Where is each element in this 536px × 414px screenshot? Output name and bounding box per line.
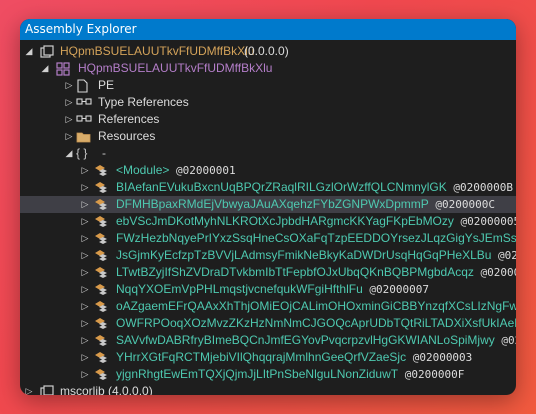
tree-item-assembly[interactable]: ◢ HQpmBSUELAUUTkvFfUDMffBkXlu (0.0.0.0) [20,43,516,60]
expand-arrow-icon[interactable]: ▷ [80,264,90,281]
folder-label: Resources [98,129,156,143]
expand-arrow-icon[interactable]: ▷ [80,349,90,366]
class-icon [94,230,110,247]
class-icon [94,247,110,264]
type-token: @02000007 [362,283,429,296]
tree-item-type[interactable]: ▷ SAVvfwDABRfryBImeBQCnJmfEGYovPvqcrpzvlH… [20,332,516,349]
collapse-arrow-icon[interactable]: ◢ [64,145,74,162]
tree-item-type[interactable]: ▷ OWFRPOoqXOzMvzZKzHzNmNmCJGOQcAprUDbTQtR… [20,315,516,332]
tree-item-type[interactable]: ▷ DFMHBpaxRMdEjVbwyaJAuAXqehzFYbZGNPWxDpm… [20,196,516,213]
type-token: @0200 [501,334,516,347]
module-name: HQpmBSUELAUUTkvFfUDMffBkXlu [78,61,273,75]
type-name: DFMHBpaxRMdEjVbwyaJAuAXqehzFYbZGNPWxDpmm… [116,197,495,211]
expand-arrow-icon[interactable]: ▷ [80,298,90,315]
tree-item-type[interactable]: ▷ LTwtBZyjIfShZVDraDTvkbmIbTtFepbfOJxUbqQ… [20,264,516,281]
namespace-name: - [102,146,106,160]
tree-item-type[interactable]: ▷ yjgnRhgtEwEmTQXjQjmJjLItPnSbeNlguLNonZi… [20,366,516,383]
tree-item-folder[interactable]: ▷ Resources [20,128,516,145]
expand-arrow-icon[interactable]: ▷ [64,128,74,145]
expand-arrow-icon[interactable]: ▷ [64,111,74,128]
class-icon [94,349,110,366]
tree-item-type[interactable]: ▷ BIAefanEVukuBxcnUqBPQrZRaqlRILGzlOrWzff… [20,179,516,196]
type-name: ebVScJmDKotMyhNLKROtXcJpbdHARgmcKKYagFKp… [116,213,516,230]
folder-icon [76,128,92,145]
type-name: SAVvfwDABRfryBImeBQCnJmfEGYovPvqcrpzvlHg… [116,332,516,349]
collapse-arrow-icon[interactable]: ◢ [24,43,34,60]
expand-arrow-icon[interactable]: ▷ [80,247,90,264]
folder-label: Type References [98,95,189,109]
tree-item-type[interactable]: ▷ YHrrXGtFqRCTMjebiVIlQhqqrajMmlhnGeeQrfV… [20,349,516,366]
assembly-version: (4.0.0.0) [104,384,153,395]
expand-arrow-icon[interactable]: ▷ [80,196,90,213]
class-icon [94,162,110,179]
type-token: @02000005 [453,215,516,228]
expand-arrow-icon[interactable]: ▷ [80,315,90,332]
expand-arrow-icon[interactable]: ▷ [80,162,90,179]
class-icon [94,315,110,332]
tree-item-folder[interactable]: ▷ References [20,111,516,128]
type-references-icon [76,94,92,111]
expand-arrow-icon[interactable]: ▷ [24,383,34,395]
type-name: LTwtBZyjIfShZVDraDTvkbmIbTtFepbfOJxUbqQK… [116,264,516,281]
tree-item-type[interactable]: ▷ FWzHezbNqyePrIYxzSsqHneCsOXaFqTzpEEDDOY… [20,230,516,247]
assembly-icon [40,43,56,60]
namespace-icon: { } [76,146,88,160]
tree-item-folder[interactable]: ▷ Type References [20,94,516,111]
assembly-explorer-window: Assembly Explorer ◢ HQpmBSUELAUUTkvFfUDMf… [20,19,516,395]
assembly-tree[interactable]: ◢ HQpmBSUELAUUTkvFfUDMffBkXlu (0.0.0.0) ◢ HQ… [20,40,516,395]
class-icon [94,264,110,281]
module-icon [56,60,72,77]
references-icon [76,111,92,128]
type-token: @0200000B [446,181,514,194]
type-name: BIAefanEVukuBxcnUqBPQrZRaqlRILGzlOrWzffQ… [116,180,514,194]
window-title: Assembly Explorer [20,19,516,40]
class-icon [94,366,110,383]
expand-arrow-icon[interactable]: ▷ [64,94,74,111]
type-token: @0200000 [498,249,516,262]
expand-arrow-icon[interactable]: ▷ [64,77,74,94]
assembly-name: mscorlib (4.0.0.0) [60,383,153,395]
pe-file-icon [76,77,92,94]
tree-item-module[interactable]: ◢ HQpmBSUELAUUTkvFfUDMffBkXlu [20,60,516,77]
collapse-arrow-icon[interactable]: ◢ [40,60,50,77]
assembly-icon [40,383,56,395]
folder-label: References [98,112,160,126]
type-name: oAZgaemEFrQAAxXhThjOMiEOjCALimOHOxminGiC… [116,299,516,313]
expand-arrow-icon[interactable]: ▷ [80,230,90,247]
expand-arrow-icon[interactable]: ▷ [80,281,90,298]
tree-item-namespace[interactable]: ◢{ } - [20,145,516,162]
type-token: @02000003 [406,351,473,364]
class-icon [94,196,110,213]
type-name: FWzHezbNqyePrIYxzSsqHneCsOXaFqTzpEEDDOYr… [116,231,516,245]
class-icon [94,281,110,298]
type-name: YHrrXGtFqRCTMjebiVIlQhqqrajMmlhnGeeQrfVZ… [116,350,473,364]
type-name: NqqYXOEmVpPHLmqstjvcnefqukWFgiHfthlFu @0… [116,282,429,296]
tree-item-assembly-mscorlib[interactable]: ▷ mscorlib (4.0.0.0) [20,383,516,395]
type-token: @0200000C [428,198,495,211]
class-icon [94,298,110,315]
expand-arrow-icon[interactable]: ▷ [80,366,90,383]
type-name: OWFRPOoqXOzMvzZKzHzNmNmCJGOQcAprUDbTQtRi… [116,316,516,330]
assembly-name: HQpmBSUELAUUTkvFfUDMffBkXlu [60,44,255,58]
expand-arrow-icon[interactable]: ▷ [80,332,90,349]
tree-item-type[interactable]: ▷ <Module> @02000001 [20,162,516,179]
tree-item-folder[interactable]: ▷ PE [20,77,516,94]
class-icon [94,179,110,196]
tree-item-type[interactable]: ▷ ebVScJmDKotMyhNLKROtXcJpbdHARgmcKKYagFK… [20,213,516,230]
expand-arrow-icon[interactable]: ▷ [80,179,90,196]
class-icon [94,213,110,230]
tree-item-type[interactable]: ▷ NqqYXOEmVpPHLmqstjvcnefqukWFgiHfthlFu @… [20,281,516,298]
expand-arrow-icon[interactable]: ▷ [80,213,90,230]
type-token: @0200007 [480,266,517,279]
tree-item-type[interactable]: ▷ JsGjmKyEcfzpTzBVVjLAdmsyFmikNeBkyKaDWDr… [20,247,516,264]
assembly-version: (0.0.0.0) [244,44,289,58]
type-name: yjgnRhgtEwEmTQXjQjmJjLItPnSbeNlguLNonZid… [116,367,465,381]
class-icon [94,332,110,349]
type-token: @0200000F [398,368,465,381]
type-name: JsGjmKyEcfzpTzBVVjLAdmsyFmikNeBkyKaDWDrU… [116,247,516,264]
tree-item-type[interactable]: ▷ oAZgaemEFrQAAxXhThjOMiEOjCALimOHOxminGi… [20,298,516,315]
type-token: @02000001 [169,164,236,177]
type-name: <Module> @02000001 [116,163,236,177]
folder-label: PE [98,78,115,92]
